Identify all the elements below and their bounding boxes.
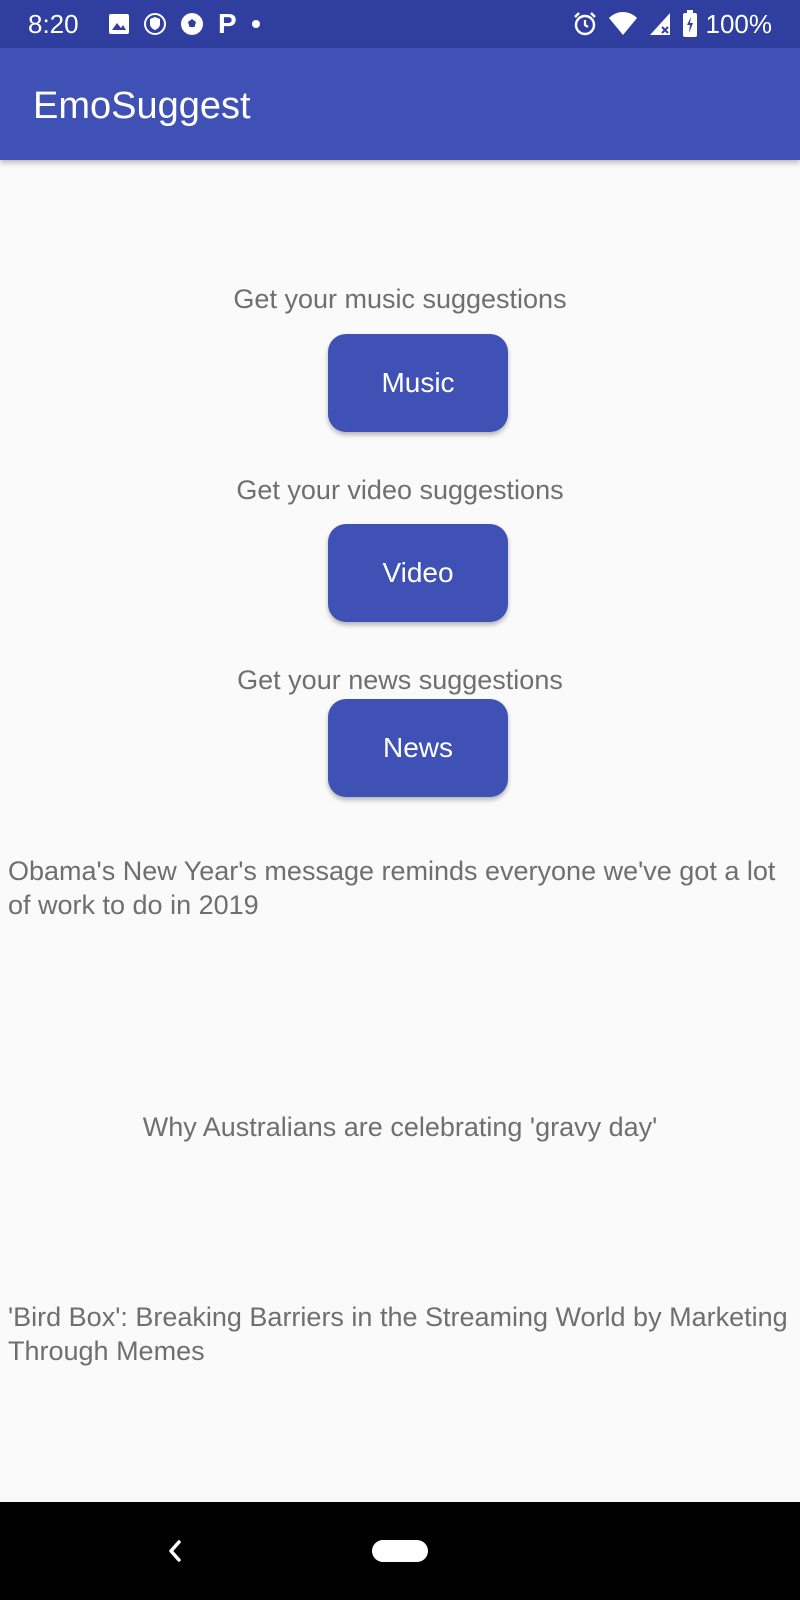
soccer-ball-icon	[180, 12, 204, 36]
news-button[interactable]: News	[328, 699, 508, 797]
status-time: 8:20	[28, 9, 79, 39]
news-caption: Get your news suggestions	[237, 665, 563, 695]
video-button[interactable]: Video	[328, 524, 508, 622]
news-item-3[interactable]: 'Bird Box': Breaking Barriers in the Str…	[8, 1300, 792, 1368]
news-item-1[interactable]: Obama's New Year's message reminds every…	[8, 854, 792, 922]
app-bar: EmoSuggest	[0, 48, 800, 160]
battery-percent: 100%	[705, 9, 773, 39]
shield-icon	[144, 12, 166, 36]
back-icon[interactable]	[162, 1534, 186, 1568]
dot-icon	[251, 19, 261, 29]
notification-icons: P	[108, 10, 275, 38]
video-caption: Get your video suggestions	[236, 475, 564, 505]
battery-icon	[682, 10, 698, 38]
image-icon	[108, 13, 130, 35]
music-caption: Get your music suggestions	[233, 284, 567, 314]
signal-icon	[648, 11, 672, 37]
system-icons: 100%	[562, 8, 773, 40]
navigation-bar	[0, 1502, 800, 1600]
wifi-icon	[608, 11, 638, 37]
home-pill-icon[interactable]	[372, 1540, 428, 1562]
status-bar: 8:20 P 100%	[0, 0, 800, 48]
p-icon: P	[218, 8, 237, 39]
news-item-2[interactable]: Why Australians are celebrating 'gravy d…	[0, 1110, 800, 1144]
alarm-icon	[572, 11, 598, 37]
app-title: EmoSuggest	[33, 85, 251, 127]
music-button[interactable]: Music	[328, 334, 508, 432]
